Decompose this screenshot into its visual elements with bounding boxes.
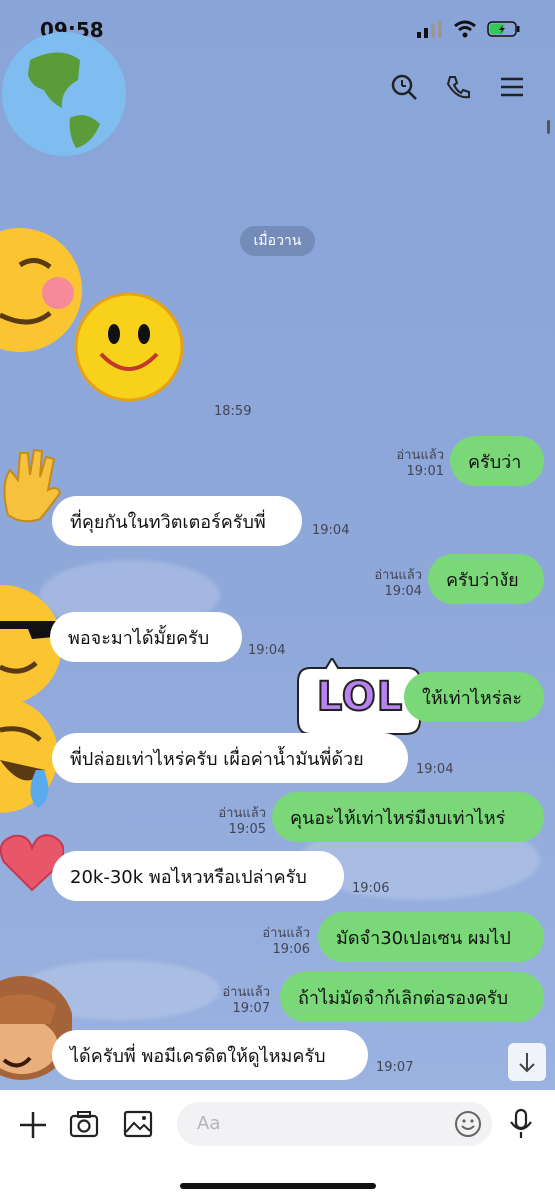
message-bubble-outgoing[interactable]: ถ้าไม่มัดจำก้เลิกต่อรองครับ bbox=[280, 972, 544, 1022]
message-time: 19:04 bbox=[416, 762, 454, 777]
message-input-bar: Aa bbox=[0, 1090, 555, 1200]
message-time: 19:04 bbox=[312, 523, 350, 538]
message-bubble-incoming[interactable]: พอจะมาได้มั้ยครับ bbox=[50, 612, 242, 662]
home-indicator bbox=[180, 1183, 376, 1189]
message-bubble-outgoing[interactable]: มัดจำ30เปอเซน ผมไป bbox=[318, 912, 544, 962]
globe-sticker bbox=[2, 32, 126, 156]
lol-sticker-text: LOL bbox=[316, 673, 404, 721]
message-bubble-incoming[interactable]: ที่คุยกันในทวิตเตอร์ครับพี่ bbox=[52, 496, 302, 546]
message-input[interactable]: Aa bbox=[177, 1102, 492, 1146]
message-time: 19:05 bbox=[228, 822, 266, 837]
date-divider: เมื่อวาน bbox=[240, 226, 315, 256]
message-time: 19:06 bbox=[352, 881, 390, 896]
message-bubble-outgoing[interactable]: คุนอะไห้เท่าไหร่มีงบเท่าไหร่ bbox=[272, 792, 544, 842]
chat-header-actions bbox=[391, 74, 525, 100]
image-gallery-icon[interactable] bbox=[123, 1110, 153, 1138]
laughing-crying-emoji-sticker bbox=[0, 700, 58, 813]
message-time: 19:04 bbox=[384, 584, 422, 599]
battery-icon bbox=[487, 21, 520, 37]
cellular-signal-icon bbox=[417, 20, 442, 38]
message-time: 18:59 bbox=[214, 404, 252, 419]
search-icon[interactable] bbox=[391, 74, 417, 100]
message-time: 19:07 bbox=[376, 1060, 414, 1075]
phone-icon[interactable] bbox=[445, 74, 471, 100]
message-bubble-incoming[interactable]: 20k-30k พอไหวหรือเปล่าครับ bbox=[52, 851, 344, 901]
read-receipt-label: อ่านแล้ว bbox=[374, 568, 422, 583]
smiley-face-sticker bbox=[74, 292, 184, 402]
message-input-placeholder: Aa bbox=[197, 1113, 221, 1134]
message-time: 19:01 bbox=[406, 464, 444, 479]
read-receipt-label: อ่านแล้ว bbox=[222, 985, 270, 1000]
camera-icon[interactable] bbox=[69, 1110, 99, 1138]
message-bubble-outgoing[interactable]: ครับว่า bbox=[450, 436, 544, 486]
microphone-icon[interactable] bbox=[508, 1108, 534, 1140]
menu-icon[interactable] bbox=[499, 74, 525, 100]
message-bubble-outgoing[interactable]: ครับว่างัย bbox=[428, 554, 544, 604]
emoji-icon[interactable] bbox=[454, 1110, 482, 1138]
message-bubble-incoming[interactable]: ได้ครับพี่ พอมีเครดิตให้ดูไหมครับ bbox=[52, 1030, 368, 1080]
arrow-down-icon bbox=[519, 1053, 535, 1073]
read-receipt-label: อ่านแล้ว bbox=[396, 448, 444, 463]
read-receipt-label: อ่านแล้ว bbox=[218, 806, 266, 821]
message-bubble-incoming[interactable]: พี่ปล่อยเท่าไหร่ครับ เผื่อค่าน้ำมันพี่ด้… bbox=[52, 733, 408, 783]
message-time: 19:06 bbox=[272, 942, 310, 957]
message-bubble-outgoing[interactable]: ให้เท่าไหร่ละ bbox=[404, 672, 544, 722]
message-time: 19:07 bbox=[232, 1001, 270, 1016]
blushing-emoji-sticker bbox=[0, 228, 82, 352]
read-receipt-label: อ่านแล้ว bbox=[262, 926, 310, 941]
message-time: 19:04 bbox=[248, 643, 286, 658]
plus-icon[interactable] bbox=[18, 1110, 48, 1140]
wifi-icon bbox=[454, 20, 476, 38]
scrollbar[interactable] bbox=[547, 120, 550, 134]
scroll-to-bottom-button[interactable] bbox=[508, 1043, 546, 1081]
